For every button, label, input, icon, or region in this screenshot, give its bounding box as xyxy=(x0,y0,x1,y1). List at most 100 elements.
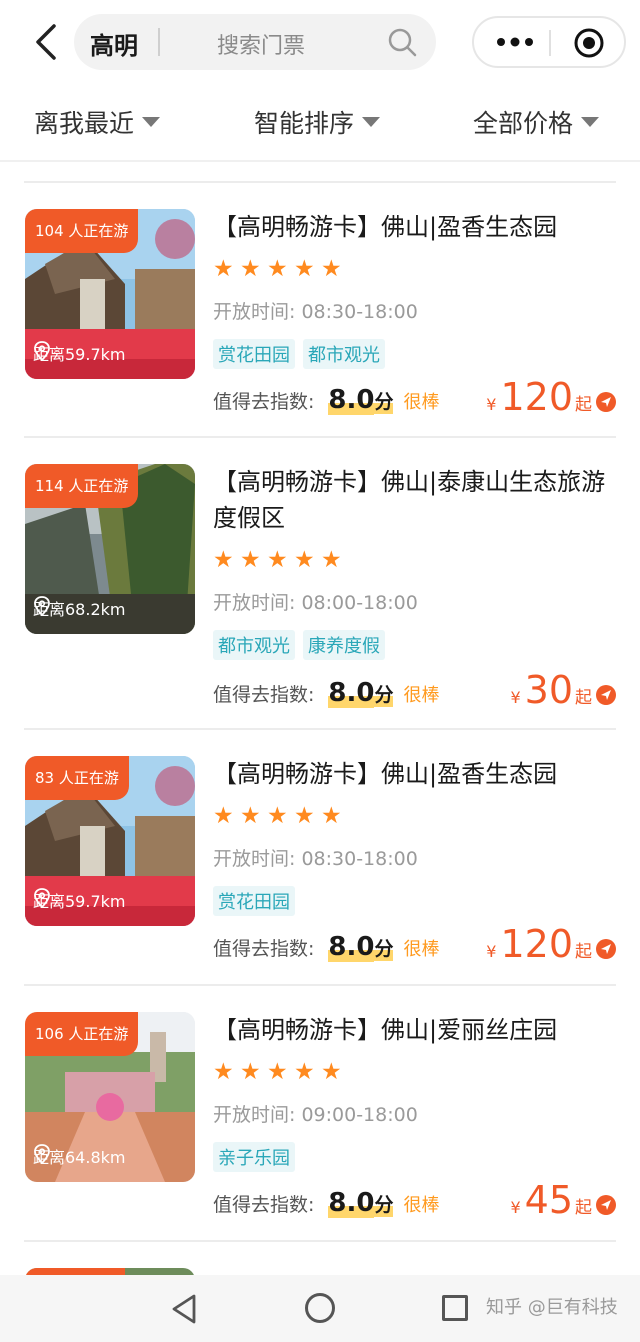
filter-shadow xyxy=(0,162,640,176)
price-suffix: 起 xyxy=(575,942,592,962)
star-icon: ★ xyxy=(321,803,342,829)
worth-score: 值得去指数: 8.0 分 很棒 xyxy=(213,932,439,962)
star-icon: ★ xyxy=(294,547,315,573)
nav-home-icon[interactable] xyxy=(305,1293,335,1323)
score-value: 8.0 xyxy=(328,1188,375,1218)
navigate-icon[interactable] xyxy=(596,685,616,705)
price: ¥ 120 起 xyxy=(486,922,616,966)
listing-image: 104 人正在游 距离59.7km xyxy=(25,209,195,379)
price-amount: 120 xyxy=(500,375,573,419)
listing-image: 106 人正在游 距离64.8km xyxy=(25,1012,195,1182)
search-input[interactable]: 搜索门票 xyxy=(217,28,305,60)
filter-label: 智能排序 xyxy=(254,109,355,138)
score-label: 值得去指数: xyxy=(213,1194,315,1216)
star-icon: ★ xyxy=(240,547,261,573)
opening-hours: 开放时间: 08:00-18:00 xyxy=(213,592,418,614)
listing-image: 83 人正在游 距离59.7km xyxy=(25,756,195,926)
tag-list: 赏花田园 都市观光 xyxy=(213,339,393,369)
city-selector[interactable]: 高明 xyxy=(90,26,138,61)
filter-distance[interactable]: 离我最近 xyxy=(34,104,161,140)
currency-symbol: ¥ xyxy=(486,395,497,414)
star-icon: ★ xyxy=(213,547,234,573)
tag: 都市观光 xyxy=(303,339,385,369)
score-unit: 分 xyxy=(374,1190,394,1217)
star-icon: ★ xyxy=(267,1059,288,1085)
rating-stars: ★ ★ ★ ★ ★ xyxy=(213,1060,348,1084)
rating-stars: ★ ★ ★ ★ ★ xyxy=(213,548,348,572)
filter-price[interactable]: 全部价格 xyxy=(473,104,600,140)
tag: 康养度假 xyxy=(303,630,385,660)
filter-label: 全部价格 xyxy=(473,109,574,138)
listing-card[interactable]: 83 人正在游 距离59.7km 【高明畅游卡】佛山|盈香生态园 ★ ★ ★ ★ ★ 开… xyxy=(24,730,616,986)
currency-symbol: ¥ xyxy=(510,1198,521,1217)
search-bar[interactable]: 高明 搜索门票 xyxy=(74,14,436,70)
currency-symbol: ¥ xyxy=(486,942,497,961)
score-label: 值得去指数: xyxy=(213,684,315,706)
star-icon: ★ xyxy=(294,1059,315,1085)
divider xyxy=(24,1240,616,1242)
opening-hours: 开放时间: 08:30-18:00 xyxy=(213,301,418,323)
star-icon: ★ xyxy=(267,547,288,573)
listing-title: 【高明畅游卡】佛山|泰康山生态旅游度假区 xyxy=(213,468,606,532)
capsule-divider xyxy=(549,30,551,56)
location-pin-icon xyxy=(34,596,50,616)
worth-score: 值得去指数: 8.0 分 很棒 xyxy=(213,678,439,708)
navigate-icon[interactable] xyxy=(596,939,616,959)
price-suffix: 起 xyxy=(575,395,592,415)
listing-title: 【高明畅游卡】佛山|盈香生态园 xyxy=(213,760,558,788)
tag: 亲子乐园 xyxy=(213,1142,295,1172)
star-icon: ★ xyxy=(267,803,288,829)
more-icon[interactable] xyxy=(494,30,536,54)
close-target-icon[interactable] xyxy=(573,27,605,59)
star-icon: ★ xyxy=(294,256,315,282)
visitors-badge: 106 人正在游 xyxy=(25,1012,139,1056)
nav-back-icon[interactable] xyxy=(170,1293,198,1325)
visitors-badge: 104 人正在游 xyxy=(25,209,139,253)
search-icon[interactable] xyxy=(386,26,418,58)
opening-hours: 开放时间: 08:30-18:00 xyxy=(213,848,418,870)
distance-label: 距离68.2km xyxy=(33,596,125,620)
price-amount: 30 xyxy=(524,668,573,712)
distance-label: 距离64.8km xyxy=(33,1144,125,1168)
score-value: 8.0 xyxy=(328,678,375,708)
rating-stars: ★ ★ ★ ★ ★ xyxy=(213,257,348,281)
star-icon: ★ xyxy=(321,547,342,573)
navigate-icon[interactable] xyxy=(596,1195,616,1215)
worth-score: 值得去指数: 8.0 分 很棒 xyxy=(213,385,439,415)
score-unit: 分 xyxy=(374,387,394,414)
top-bar: 高明 搜索门票 xyxy=(0,0,640,84)
listing-card[interactable]: 104 人正在游 距离59.7km 【高明畅游卡】佛山|盈香生态园 ★ ★ ★ ★ ★ … xyxy=(24,183,616,438)
tag-list: 赏花田园 xyxy=(213,886,303,916)
visitors-badge: 83 人正在游 xyxy=(25,756,129,800)
tag: 赏花田园 xyxy=(213,339,295,369)
star-icon: ★ xyxy=(213,803,234,829)
listing-title: 【高明畅游卡】佛山|爱丽丝庄园 xyxy=(213,1016,558,1044)
score-text: 很棒 xyxy=(403,392,440,413)
score-value: 8.0 xyxy=(328,932,375,962)
currency-symbol: ¥ xyxy=(510,688,521,707)
listing-card[interactable]: 114 人正在游 距离68.2km 【高明畅游卡】佛山|泰康山生态旅游度假区 ★… xyxy=(24,438,616,730)
score-text: 很棒 xyxy=(403,1195,440,1216)
score-text: 很棒 xyxy=(403,939,440,960)
filter-bar: 离我最近 智能排序 全部价格 xyxy=(0,84,640,162)
tag-list: 亲子乐园 xyxy=(213,1142,303,1172)
back-arrow-icon[interactable] xyxy=(30,22,62,62)
price: ¥ 120 起 xyxy=(486,375,616,419)
navigate-icon[interactable] xyxy=(596,392,616,412)
score-label: 值得去指数: xyxy=(213,938,315,960)
system-nav-bar: 知乎 @巨有科技 xyxy=(0,1275,640,1342)
tag: 都市观光 xyxy=(213,630,295,660)
watermark: 知乎 @巨有科技 xyxy=(486,1297,618,1318)
nav-recent-apps-icon[interactable] xyxy=(442,1295,468,1321)
distance-label: 距离59.7km xyxy=(33,341,125,365)
filter-sort[interactable]: 智能排序 xyxy=(254,104,381,140)
price-amount: 120 xyxy=(500,922,573,966)
tag: 赏花田园 xyxy=(213,886,295,916)
score-value: 8.0 xyxy=(328,385,375,415)
star-icon: ★ xyxy=(213,1059,234,1085)
listing-title: 【高明畅游卡】佛山|盈香生态园 xyxy=(213,213,558,241)
star-icon: ★ xyxy=(321,256,342,282)
star-icon: ★ xyxy=(240,256,261,282)
listing-card[interactable]: 106 人正在游 距离64.8km 【高明畅游卡】佛山|爱丽丝庄园 ★ ★ ★ ★ ★ … xyxy=(24,986,616,1242)
star-icon: ★ xyxy=(267,256,288,282)
